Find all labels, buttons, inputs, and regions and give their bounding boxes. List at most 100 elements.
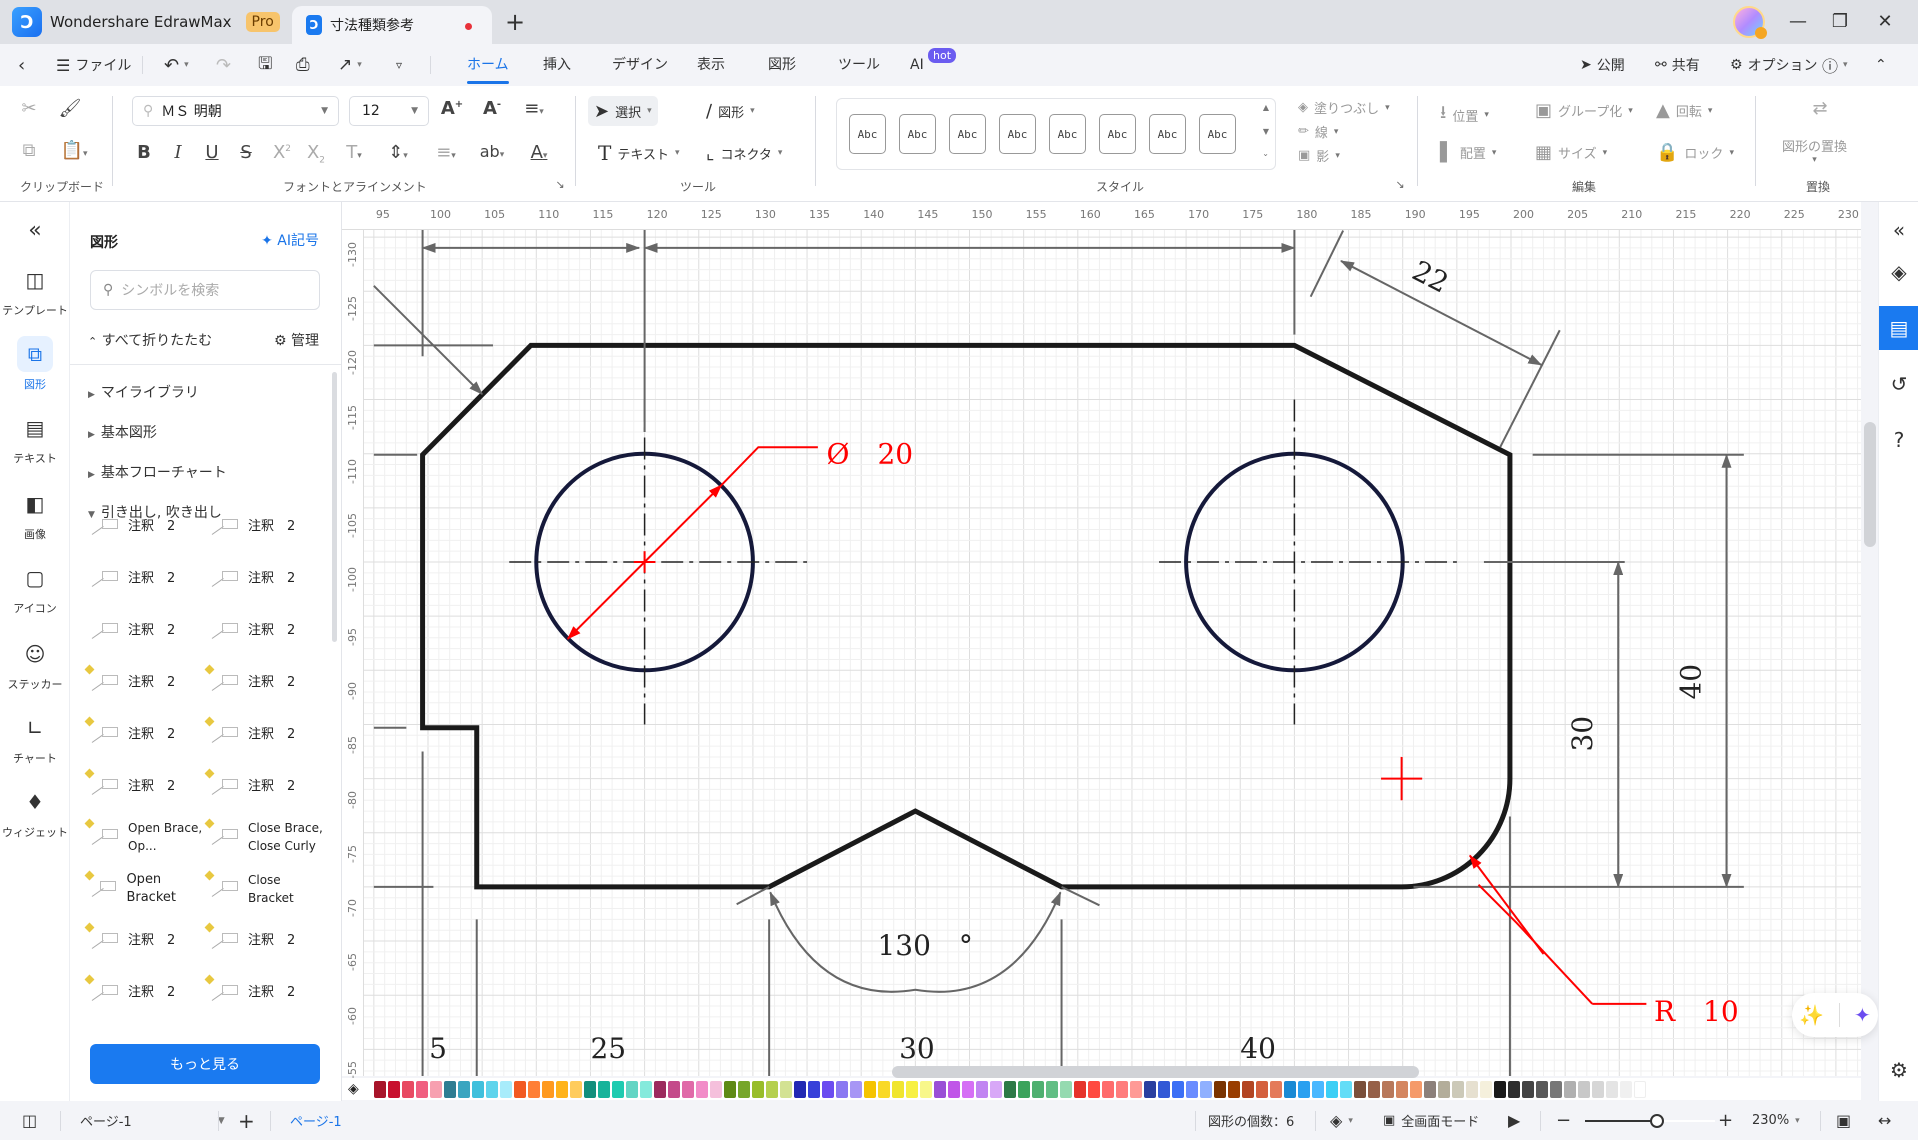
color-swatch[interactable] (1494, 1080, 1506, 1098)
category-my-library[interactable]: ▶ マイライブラリ (88, 382, 199, 402)
shape-library-item[interactable]: 注釈 2 (84, 972, 210, 1014)
color-swatch[interactable] (1396, 1080, 1408, 1098)
page-layout-icon[interactable]: ◫ (22, 1101, 37, 1140)
shape-library-item[interactable]: 注釈 2 (210, 610, 330, 652)
color-swatch[interactable] (1340, 1080, 1352, 1098)
nav-image[interactable]: ◧ 画像 (0, 486, 70, 542)
gallery-scroll-down-icon[interactable]: ▼ (1263, 127, 1269, 136)
decrease-font-icon[interactable]: A- (478, 98, 506, 119)
increase-font-icon[interactable]: A+ (438, 98, 466, 119)
color-swatch[interactable] (1522, 1080, 1534, 1098)
color-swatch[interactable] (542, 1080, 554, 1098)
fit-width-icon[interactable]: ↔ (1878, 1101, 1891, 1140)
copy-icon[interactable]: ⧉ (15, 140, 43, 161)
color-swatch[interactable] (1592, 1080, 1604, 1098)
color-swatch[interactable] (850, 1080, 862, 1098)
color-swatch[interactable] (1410, 1080, 1422, 1098)
tab-ai[interactable]: AI hot (910, 44, 957, 86)
nav-text[interactable]: ▤ テキスト (0, 410, 70, 466)
font-size-select[interactable]: 12 ▼ (349, 96, 429, 126)
color-swatch[interactable] (724, 1080, 736, 1098)
tab-view[interactable]: 表示 (697, 44, 725, 86)
undo-icon[interactable]: ↶ ▾ (164, 44, 189, 86)
color-swatch[interactable] (1550, 1080, 1562, 1098)
color-swatch[interactable] (486, 1080, 498, 1098)
shape-library-item[interactable]: 注釈 2 (84, 766, 210, 808)
font-family-select[interactable]: ⚲ ＭＳ 明朝 ▼ (132, 96, 339, 126)
zoom-slider-handle[interactable] (1649, 1114, 1664, 1128)
color-swatch[interactable] (626, 1080, 638, 1098)
color-swatch[interactable] (738, 1080, 750, 1098)
shape-library-item[interactable]: 注釈 2 (204, 662, 330, 704)
help-icon[interactable]: ? (1879, 418, 1918, 462)
shape-library-item[interactable]: 注釈 2 (90, 506, 210, 548)
page-tab-1[interactable]: ページ-1 (290, 1101, 342, 1140)
color-swatch[interactable] (1620, 1080, 1632, 1098)
color-swatch[interactable] (1214, 1080, 1226, 1098)
more-shapes-button[interactable]: もっと見る (90, 1044, 320, 1084)
tab-insert[interactable]: 挿入 (543, 44, 571, 86)
gallery-scroll-up-icon[interactable]: ▲ (1263, 103, 1269, 112)
more-quick-actions-icon[interactable]: ▿ (396, 44, 402, 86)
zoom-out-icon[interactable]: − (1556, 1101, 1571, 1140)
nav-stickers[interactable]: ☺ ステッカー (0, 636, 70, 692)
nav-widgets[interactable]: ♦ ウィジェット (0, 784, 70, 840)
app-home-tab[interactable]: Ɔ Wondershare EdrawMax Pro (12, 6, 280, 38)
tab-tools[interactable]: ツール (838, 44, 880, 86)
zoom-in-icon[interactable]: + (1718, 1101, 1733, 1140)
lock-button[interactable]: 🔒 ロック ▾ (1656, 142, 1734, 163)
close-icon[interactable]: ✕ (1870, 8, 1900, 36)
subscript-icon[interactable]: X2 (302, 142, 330, 166)
color-swatch[interactable] (1130, 1080, 1142, 1098)
paste-icon[interactable]: 📋▾ (60, 140, 88, 161)
color-swatch[interactable] (528, 1080, 540, 1098)
nav-charts[interactable]: ∟ チャート (0, 710, 70, 766)
color-swatch[interactable] (668, 1080, 680, 1098)
horizontal-scrollbar[interactable] (892, 1066, 1419, 1078)
color-swatch[interactable] (1382, 1080, 1394, 1098)
color-swatch[interactable] (822, 1080, 834, 1098)
color-swatch[interactable] (1228, 1080, 1240, 1098)
style-preset[interactable]: Abc (1199, 114, 1236, 154)
color-swatch[interactable] (1466, 1080, 1478, 1098)
shape-library-item[interactable]: Open Brace, Op... (84, 816, 210, 858)
color-swatch[interactable] (1200, 1080, 1212, 1098)
zoom-level-select[interactable]: 230% ▾ (1752, 1101, 1800, 1140)
cut-icon[interactable]: ✂ (15, 98, 43, 119)
style-preset[interactable]: Abc (899, 114, 936, 154)
layers-icon[interactable]: ◈ ▾ (1330, 1101, 1353, 1140)
color-swatch[interactable] (864, 1080, 876, 1098)
text-tool[interactable]: T テキスト ▾ (592, 138, 686, 168)
nav-shapes[interactable]: ⧉ 図形 (0, 336, 70, 392)
rotate-button[interactable]: ▲ 回転 ▾ (1656, 100, 1712, 121)
shape-library-item[interactable]: 注釈 2 (90, 558, 210, 600)
tab-design[interactable]: デザイン (612, 44, 668, 86)
shape-library-item[interactable]: Close Brace, Close Curly (204, 816, 330, 858)
nav-templates[interactable]: ◫ テンプレート (0, 262, 70, 318)
color-swatch[interactable] (1074, 1080, 1086, 1098)
history-icon[interactable]: ↺ (1879, 362, 1918, 406)
gallery-expand-icon[interactable]: ⌄ (1262, 149, 1269, 158)
strikethrough-icon[interactable]: S (232, 142, 260, 163)
color-swatch[interactable] (556, 1080, 568, 1098)
color-swatch[interactable] (710, 1080, 722, 1098)
share-button[interactable]: ⚯ 共有 (1655, 44, 1700, 86)
color-swatch[interactable] (1018, 1080, 1030, 1098)
color-swatch[interactable] (654, 1080, 666, 1098)
color-swatch[interactable] (878, 1080, 890, 1098)
drawing-canvas[interactable]: Ø 20 R 10 130 ° 22 40 30 5 25 30 40 (342, 208, 1861, 1076)
color-swatch[interactable] (1606, 1080, 1618, 1098)
style-preset[interactable]: Abc (1099, 114, 1136, 154)
color-swatch[interactable] (1270, 1080, 1282, 1098)
color-swatch[interactable] (836, 1080, 848, 1098)
shape-library-item[interactable]: Open Bracket (84, 868, 210, 910)
file-menu[interactable]: ☰ ファイル (56, 44, 131, 86)
drawing-svg[interactable]: Ø 20 R 10 130 ° 22 40 30 5 25 30 40 (342, 208, 1861, 1076)
shape-library-item[interactable]: Close Bracket (204, 868, 330, 910)
category-basic-flowchart[interactable]: ▶ 基本フローチャート (88, 462, 227, 482)
color-swatch[interactable] (962, 1080, 974, 1098)
underline-icon[interactable]: U (198, 142, 226, 163)
shape-library-item[interactable]: 注釈 2 (204, 972, 330, 1014)
shape-library-item[interactable]: 注釈 2 (84, 920, 210, 962)
color-swatch[interactable] (1032, 1080, 1044, 1098)
